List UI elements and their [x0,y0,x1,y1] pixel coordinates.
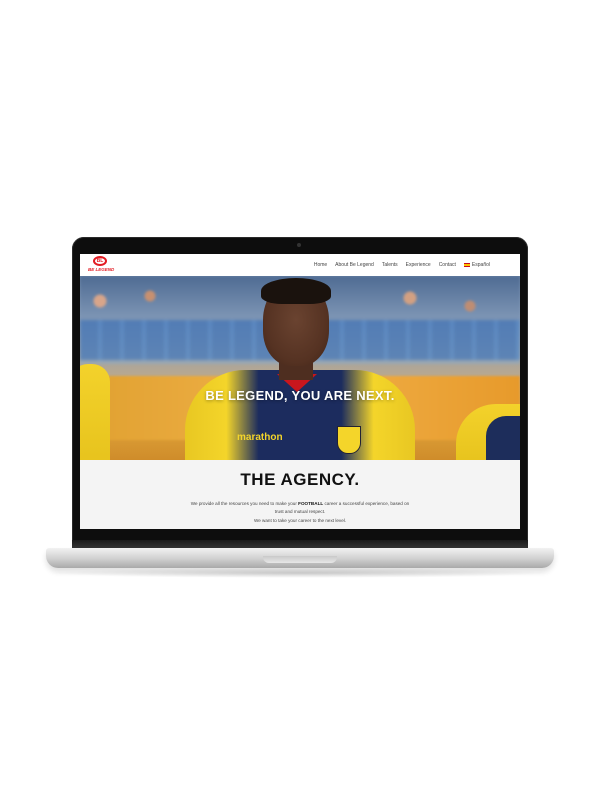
nav-menu: Home About Be Legend Talents Experience … [314,254,490,276]
teammate-left [80,364,110,460]
next-level-text: We want to take your career to the next … [253,518,347,523]
nav-link-about[interactable]: About Be Legend [335,262,374,268]
browser-viewport: BL BE LEGEND Home About Be Legend Talent… [80,254,520,529]
jersey-sponsor: marathon [237,432,283,443]
spain-flag-icon [463,263,470,267]
language-label: Español [471,262,490,268]
nav-link-home[interactable]: Home [314,262,327,268]
laptop-shadow [46,568,554,578]
nav-link-talents[interactable]: Talents [382,262,398,268]
player-hair [261,278,331,304]
laptop-mockup: BL BE LEGEND Home About Be Legend Talent… [0,0,600,800]
brand-logo[interactable]: BL BE LEGEND [88,256,116,274]
logo-mark: BL [93,256,107,266]
nav-link-contact[interactable]: Contact [439,262,456,268]
logo-text: BE LEGEND [88,267,115,272]
description-text-start: We provide all the resources you need to… [190,501,299,506]
description-highlight: FOOTBALL [298,501,324,506]
laptop-notch [263,556,337,563]
agency-section: THE AGENCY. We provide all the resources… [80,460,520,529]
hero-banner: marathon BE LEGEND, YOU ARE NEXT. [80,276,520,460]
section-title: THE AGENCY. [240,470,360,489]
featured-player-photo: marathon [185,276,415,460]
nav-link-experience[interactable]: Experience [406,262,431,268]
agency-description: We provide all the resources you need to… [190,500,410,516]
team-crest-icon [337,426,361,454]
webcam-icon [297,243,301,247]
hero-tagline: BE LEGEND, YOU ARE NEXT. [205,388,395,403]
language-switcher[interactable]: Español [463,262,490,268]
site-navbar: BL BE LEGEND Home About Be Legend Talent… [80,254,520,276]
